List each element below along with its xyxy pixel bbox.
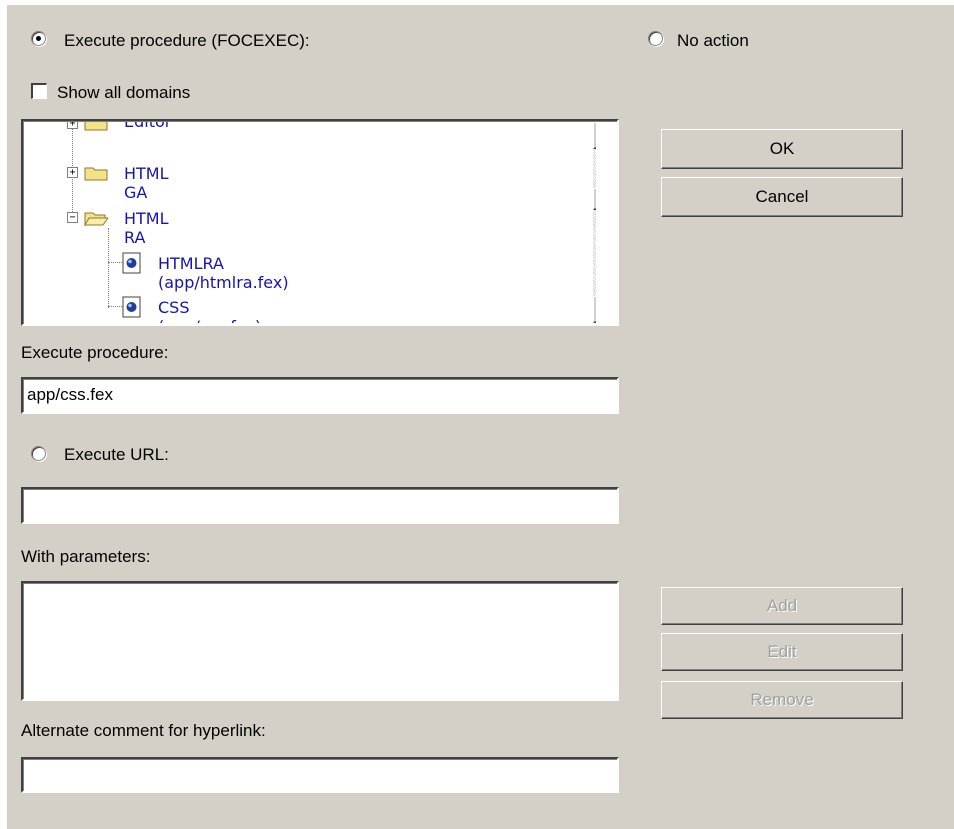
execute-url-input[interactable] [21, 487, 619, 524]
domain-tree-viewport: + Editor + HTML GA − HTML RA [24, 122, 596, 323]
folder-icon [84, 167, 108, 181]
collapse-icon[interactable]: − [67, 212, 78, 223]
open-folder-icon [84, 212, 108, 226]
execute-procedure-radio-label: Execute procedure (FOCEXEC): [64, 31, 310, 50]
execute-procedure-input[interactable]: app/css.fex [21, 377, 619, 414]
tree-scrollbar[interactable] [593, 122, 596, 323]
execute-procedure-radio[interactable] [31, 31, 46, 46]
show-all-domains-checkbox[interactable] [31, 83, 47, 99]
alternate-comment-label: Alternate comment for hyperlink: [21, 721, 266, 740]
procedure-icon [122, 296, 141, 318]
tree-item-label: HTMLRA (app/htmlra.fex) [158, 254, 289, 292]
folder-icon [84, 122, 108, 131]
hyperlink-dialog: Execute procedure (FOCEXEC): No action S… [6, 4, 954, 829]
execute-procedure-value: app/css.fex [27, 385, 113, 404]
tree-item-label: CSS (app/css.fex) [158, 298, 261, 323]
tree-connector [108, 228, 109, 308]
scroll-thumb[interactable] [593, 188, 596, 210]
procedure-icon [122, 252, 141, 274]
add-button[interactable]: Add [661, 587, 903, 625]
remove-button[interactable]: Remove [661, 681, 903, 719]
tree-connector [108, 306, 122, 307]
no-action-radio-label: No action [677, 31, 749, 50]
no-action-radio[interactable] [648, 31, 663, 46]
edit-button[interactable]: Edit [661, 633, 903, 671]
tree-item-label: Editor [124, 122, 171, 131]
execute-url-radio-label: Execute URL: [64, 445, 169, 464]
tree-item-label: HTML RA [124, 209, 169, 247]
scroll-down-button[interactable] [593, 296, 596, 323]
alternate-comment-input[interactable] [21, 757, 619, 793]
tree-connector [108, 262, 122, 263]
scroll-up-button[interactable] [593, 122, 596, 149]
execute-procedure-label: Execute procedure: [21, 343, 169, 362]
parameters-list[interactable] [21, 581, 619, 701]
cancel-button[interactable]: Cancel [661, 177, 903, 217]
tree-item-label: HTML GA [124, 164, 169, 202]
expand-icon[interactable]: + [67, 122, 78, 129]
radio-selected-dot [36, 36, 41, 41]
with-parameters-label: With parameters: [21, 547, 151, 566]
expand-icon[interactable]: + [67, 167, 78, 178]
show-all-domains-label: Show all domains [57, 83, 191, 102]
execute-url-radio[interactable] [31, 446, 46, 461]
ok-button[interactable]: OK [661, 129, 903, 169]
